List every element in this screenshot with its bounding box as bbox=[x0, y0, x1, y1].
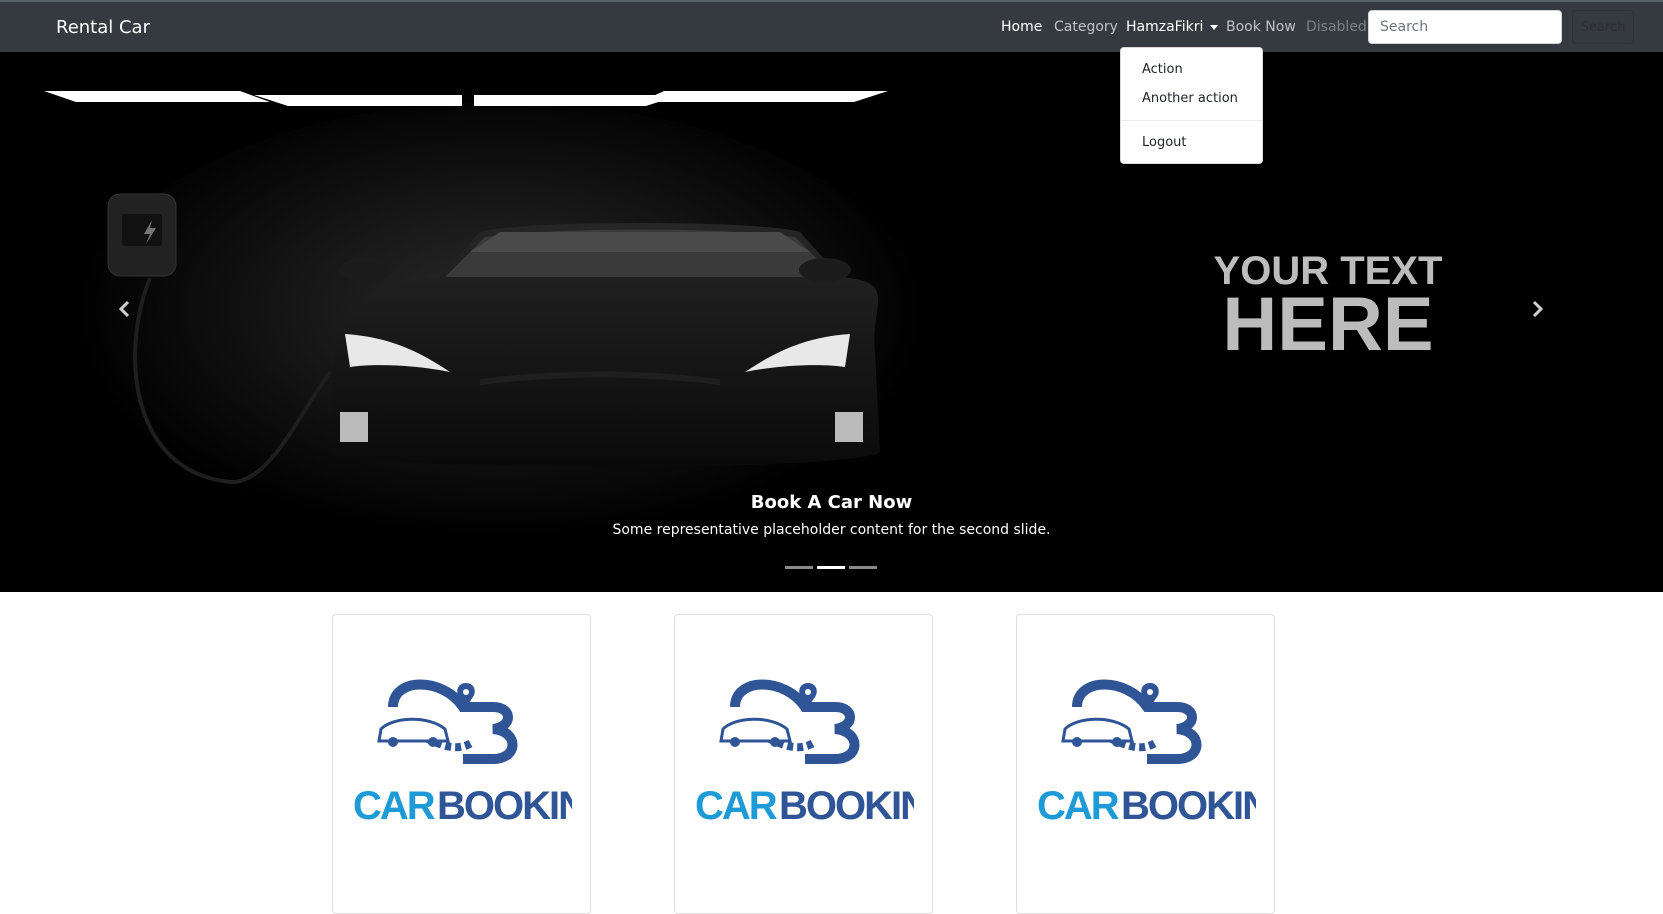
hero-carousel: YOUR TEXT HERE Book A Car Now Some repre… bbox=[0, 52, 1663, 592]
chevron-right-icon bbox=[1532, 300, 1544, 318]
nav-home-link[interactable]: Home bbox=[1001, 19, 1042, 35]
caret-down-icon bbox=[1210, 24, 1219, 30]
logo-word-car: CAR bbox=[1037, 784, 1120, 827]
logo-word-car: CAR bbox=[353, 784, 436, 827]
carousel-caption-title: Book A Car Now bbox=[750, 492, 913, 513]
carousel-caption-text: Some representative placeholder content … bbox=[612, 522, 1051, 538]
user-dropdown-menu: Action Another action Logout bbox=[1120, 47, 1263, 164]
carousel-next-button[interactable] bbox=[1523, 295, 1551, 323]
car-card[interactable]: CAR BOOKING bbox=[332, 614, 591, 914]
search-input[interactable] bbox=[1368, 10, 1562, 44]
car-booking-logo: CAR BOOKING bbox=[695, 679, 914, 827]
car-booking-logo: CAR BOOKING bbox=[1037, 679, 1256, 827]
dropdown-item-action[interactable]: Action bbox=[1142, 62, 1183, 77]
user-dropdown-toggle[interactable]: HamzaFikri bbox=[1126, 19, 1219, 35]
carousel-prev-button[interactable] bbox=[111, 295, 139, 323]
nav-category-link[interactable]: Category bbox=[1054, 19, 1118, 35]
chevron-left-icon bbox=[118, 300, 130, 318]
logo-word-booking: BOOKING bbox=[779, 784, 914, 827]
search-button[interactable]: Search bbox=[1572, 10, 1634, 44]
dropdown-item-logout[interactable]: Logout bbox=[1142, 135, 1187, 150]
nav-book-now-link[interactable]: Book Now bbox=[1226, 19, 1296, 35]
carousel-indicators bbox=[785, 566, 877, 569]
slide-art-text-bottom: HERE bbox=[1222, 282, 1433, 367]
car-card[interactable]: CAR BOOKING bbox=[674, 614, 933, 914]
car-card[interactable]: CAR BOOKING bbox=[1016, 614, 1275, 914]
logo-word-car: CAR bbox=[695, 784, 778, 827]
dropdown-divider bbox=[1121, 120, 1262, 121]
navbar: Rental Car Home Category HamzaFikri Book… bbox=[0, 0, 1663, 52]
carousel-indicator[interactable] bbox=[785, 566, 813, 569]
carousel-indicator-active[interactable] bbox=[817, 566, 845, 569]
logo-word-booking: BOOKING bbox=[1121, 784, 1256, 827]
car-booking-logo: CAR BOOKING bbox=[353, 679, 572, 827]
brand-link[interactable]: Rental Car bbox=[56, 17, 150, 38]
carousel-indicator[interactable] bbox=[849, 566, 877, 569]
nav-disabled-link: Disabled bbox=[1306, 19, 1367, 35]
logo-word-booking: BOOKING bbox=[437, 784, 572, 827]
user-name-label: HamzaFikri bbox=[1126, 19, 1204, 35]
dropdown-item-another-action[interactable]: Another action bbox=[1142, 91, 1238, 106]
